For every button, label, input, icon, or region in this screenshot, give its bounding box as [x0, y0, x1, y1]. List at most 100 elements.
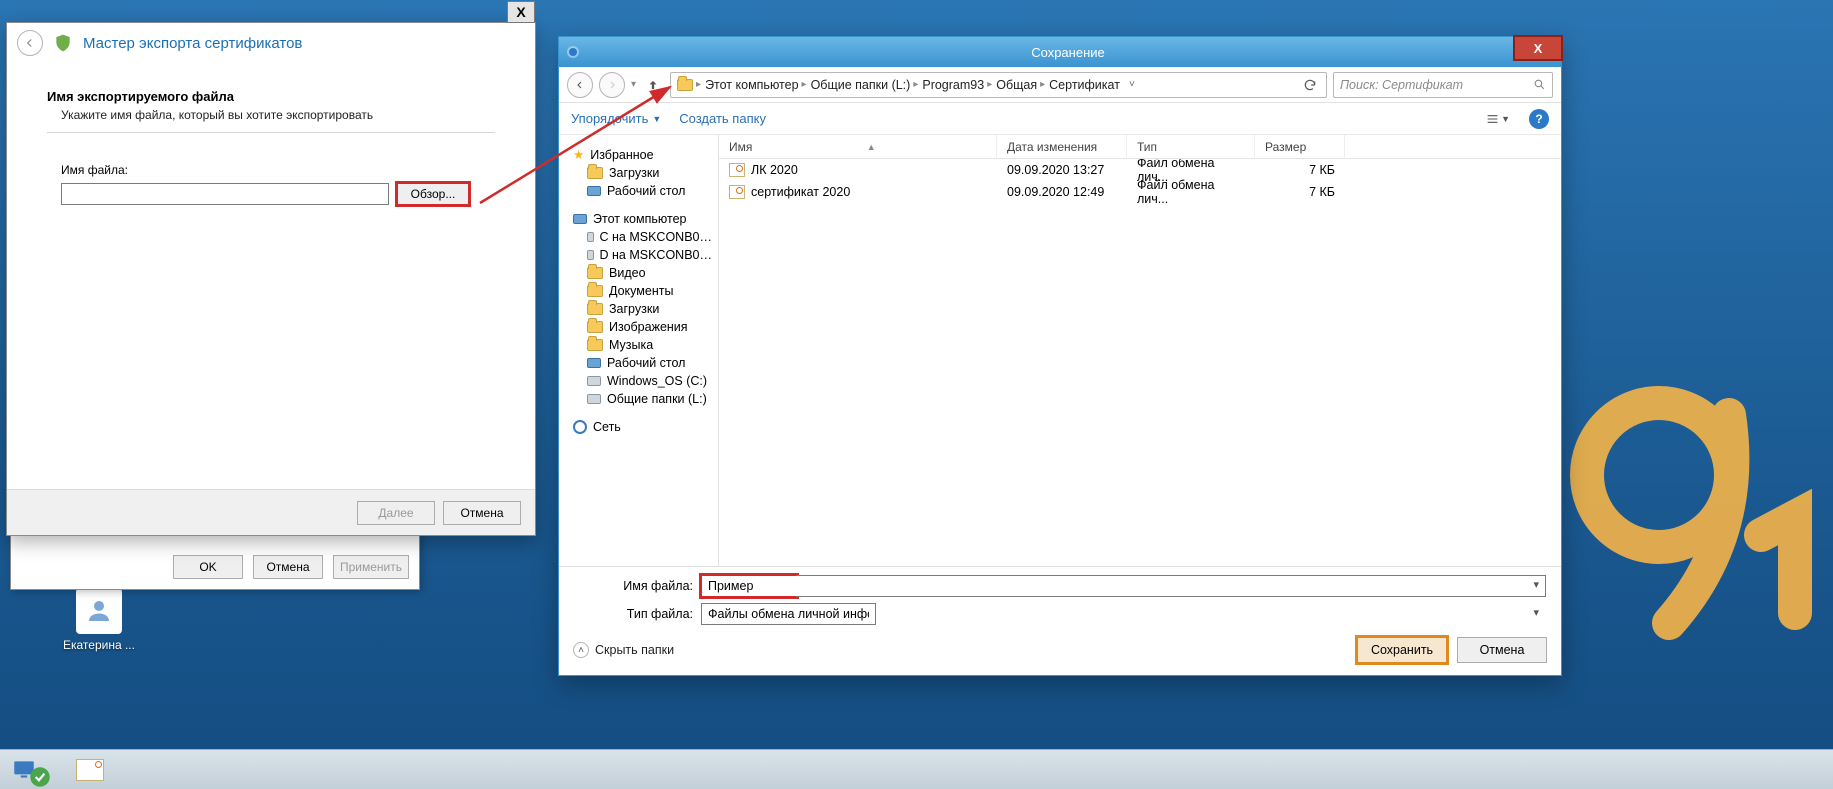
save-close-button[interactable]: X — [1515, 37, 1561, 59]
refresh-icon — [1303, 78, 1317, 92]
tree-network[interactable]: Сеть — [559, 418, 718, 436]
breadcrumb-segment: ▸Этот компьютер — [696, 78, 799, 92]
folder-icon — [587, 339, 603, 351]
col-name[interactable]: Имя▲ — [719, 135, 997, 158]
nav-bar: ▾ ▸Этот компьютер ▸Общие папки (L:) ▸Pro… — [559, 67, 1561, 103]
save-cancel-button[interactable]: Отмена — [1457, 637, 1547, 663]
arrow-up-icon — [646, 78, 660, 92]
folder-icon — [587, 303, 603, 315]
breadcrumb-segment: ▸Общие папки (L:) — [802, 78, 911, 92]
certificate-icon — [76, 759, 104, 781]
folder-icon — [587, 167, 603, 179]
export-wizard-window: X Мастер экспорта сертификатов Имя экспо… — [6, 22, 536, 536]
tree-item[interactable]: Рабочий стол — [559, 182, 718, 200]
address-dropdown[interactable]: ˅ — [1129, 79, 1135, 90]
wizard-heading: Имя экспортируемого файла — [47, 89, 495, 104]
save-filename-input[interactable] — [701, 575, 797, 597]
col-type[interactable]: Тип — [1127, 135, 1255, 158]
save-title: Сохранение — [581, 45, 1555, 60]
tree-item[interactable]: Windows_OS (C:) — [559, 372, 718, 390]
tree-item[interactable]: Документы — [559, 282, 718, 300]
col-date[interactable]: Дата изменения — [997, 135, 1127, 158]
tree-favorites[interactable]: ★Избранное — [559, 145, 718, 164]
chevron-up-icon: ˄ — [573, 642, 589, 658]
wizard-cancel-button[interactable]: Отмена — [443, 501, 521, 525]
save-filetype-select[interactable] — [701, 603, 876, 625]
desktop-shortcut-label: Екатерина ... — [60, 638, 138, 652]
folder-icon — [587, 267, 603, 279]
tree-item[interactable]: Загрузки — [559, 300, 718, 318]
arrow-left-icon — [574, 79, 586, 91]
refresh-button[interactable] — [1300, 78, 1320, 92]
taskbar-item[interactable] — [8, 754, 56, 786]
divider — [47, 132, 495, 133]
save-button[interactable]: Сохранить — [1357, 637, 1447, 663]
folder-icon — [587, 321, 603, 333]
drive-icon — [587, 250, 594, 260]
breadcrumb-segment: ▸Общая — [987, 78, 1037, 92]
view-options-button[interactable]: ▼ — [1485, 108, 1511, 130]
computer-icon — [573, 214, 587, 224]
arrow-left-icon — [23, 36, 37, 50]
wizard-filename-label: Имя файла: — [61, 163, 495, 177]
shield-icon — [53, 33, 73, 53]
taskbar[interactable] — [0, 749, 1833, 789]
parent-dialog: OK Отмена Применить — [10, 530, 420, 590]
search-placeholder: Поиск: Сертификат — [1340, 78, 1463, 92]
column-headers[interactable]: Имя▲ Дата изменения Тип Размер — [719, 135, 1561, 159]
save-filetype-label: Тип файла: — [573, 607, 693, 621]
parent-apply-button: Применить — [333, 555, 409, 579]
parent-cancel-button[interactable]: Отмена — [253, 555, 323, 579]
desktop: Екатерина ... OK Отмена Применить X Маст… — [0, 0, 1833, 789]
taskbar-item[interactable] — [66, 754, 114, 786]
drive-icon — [587, 394, 601, 404]
list-view-icon — [1486, 113, 1499, 125]
star-icon: ★ — [573, 147, 584, 162]
drive-icon — [587, 232, 594, 242]
certificate-icon — [729, 163, 745, 177]
save-filename-label: Имя файла: — [573, 579, 693, 593]
tree-item[interactable]: Загрузки — [559, 164, 718, 182]
tree-this-pc[interactable]: Этот компьютер — [559, 210, 718, 228]
check-badge-icon — [27, 764, 53, 789]
save-filename-input-ext[interactable] — [796, 575, 1546, 597]
browse-button[interactable]: Обзор... — [397, 183, 469, 205]
tree-item[interactable]: Видео — [559, 264, 718, 282]
wizard-close-button[interactable]: X — [507, 1, 535, 23]
desktop-icon — [587, 186, 601, 196]
organize-menu[interactable]: Упорядочить ▼ — [571, 111, 661, 126]
recent-locations-dropdown[interactable]: ▾ — [631, 79, 636, 90]
new-folder-button[interactable]: Создать папку — [679, 111, 766, 126]
file-row[interactable]: сертификат 2020 09.09.2020 12:49 Файл об… — [719, 181, 1561, 203]
tree-item[interactable]: Музыка — [559, 336, 718, 354]
breadcrumb-segment: ▸Сертификат — [1040, 78, 1120, 92]
certificate-icon — [729, 185, 745, 199]
wizard-next-button: Далее — [357, 501, 435, 525]
watermark-logo — [1529, 355, 1829, 655]
hide-folders-toggle[interactable]: ˄ Скрыть папки — [573, 642, 674, 658]
desktop-shortcut[interactable]: Екатерина ... — [60, 588, 138, 652]
tree-item[interactable]: C на MSKCONB0… — [559, 228, 718, 246]
folder-icon — [587, 285, 603, 297]
search-icon — [1533, 78, 1546, 91]
nav-back-button[interactable] — [567, 72, 593, 98]
arrow-right-icon — [606, 79, 618, 91]
address-bar[interactable]: ▸Этот компьютер ▸Общие папки (L:) ▸Progr… — [670, 72, 1327, 98]
network-icon — [573, 420, 587, 434]
file-list-pane: Имя▲ Дата изменения Тип Размер ЛК 2020 0… — [719, 135, 1561, 566]
search-box[interactable]: Поиск: Сертификат — [1333, 72, 1553, 98]
tree-item[interactable]: Общие папки (L:) — [559, 390, 718, 408]
wizard-back-button[interactable] — [17, 30, 43, 56]
parent-ok-button[interactable]: OK — [173, 555, 243, 579]
tree-item[interactable]: Рабочий стол — [559, 354, 718, 372]
col-size[interactable]: Размер — [1255, 135, 1345, 158]
wizard-subtext: Укажите имя файла, который вы хотите экс… — [61, 108, 495, 122]
tree-item[interactable]: D на MSKCONB0… — [559, 246, 718, 264]
tree-item[interactable]: Изображения — [559, 318, 718, 336]
wizard-filename-input[interactable] — [61, 183, 389, 205]
nav-up-button[interactable] — [642, 72, 664, 98]
desktop-icon — [587, 358, 601, 368]
help-button[interactable]: ? — [1529, 109, 1549, 129]
save-dialog: Сохранение X ▾ ▸Этот компьютер ▸Общие па… — [558, 36, 1562, 676]
navigation-tree[interactable]: ★Избранное Загрузки Рабочий стол Этот ко… — [559, 135, 719, 566]
